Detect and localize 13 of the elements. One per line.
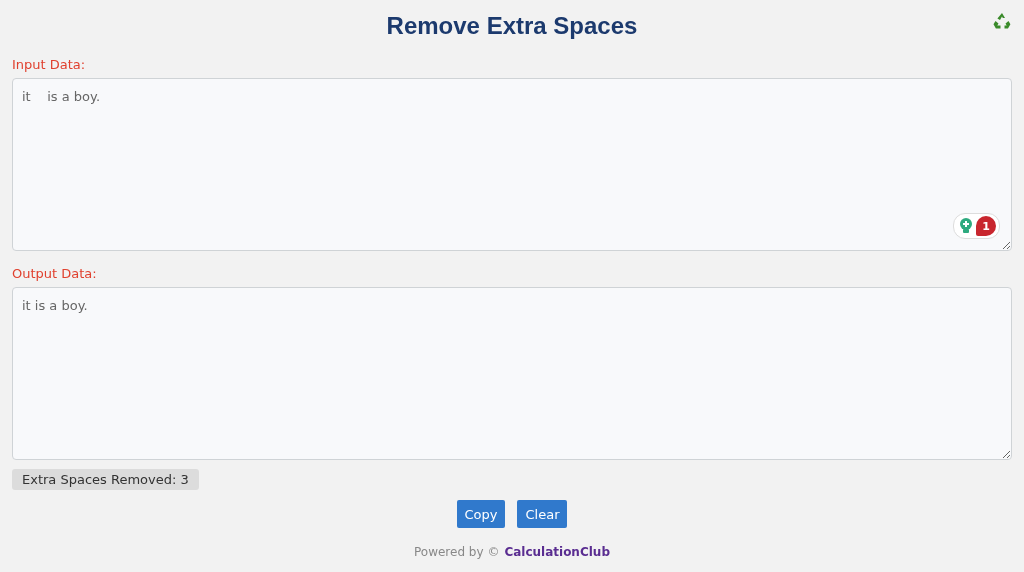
- output-label: Output Data:: [12, 265, 98, 282]
- page-title: Remove Extra Spaces: [386, 11, 638, 41]
- recycle-icon: [992, 11, 1012, 31]
- grammar-badge[interactable]: 1: [953, 213, 1000, 239]
- input-label: Input Data:: [12, 56, 87, 73]
- footer-link[interactable]: CalculationClub: [504, 545, 610, 559]
- copy-button[interactable]: Copy: [456, 500, 506, 528]
- spaces-removed-count: Extra Spaces Removed: 3: [12, 469, 199, 490]
- footer-text: Powered by ©: [414, 545, 500, 559]
- lightbulb-icon: [959, 218, 973, 234]
- clear-button[interactable]: Clear: [517, 500, 568, 528]
- output-field[interactable]: it is a boy.: [12, 287, 1012, 460]
- issue-count: 1: [976, 216, 996, 236]
